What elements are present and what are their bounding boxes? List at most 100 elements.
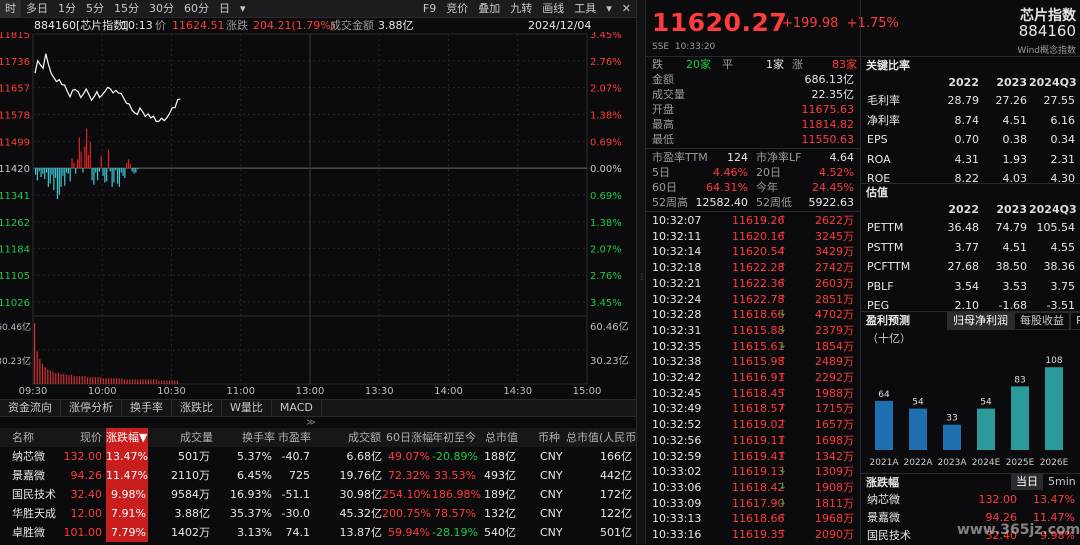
col-mcap[interactable]: 总市值 — [485, 428, 518, 447]
tab-eps[interactable]: 每股收益 — [1014, 312, 1070, 330]
valuation-label: PSTTM — [867, 240, 904, 254]
col-currency[interactable]: 币种 — [538, 428, 560, 447]
tick-row: 10:33:02 11619.13 ↓ 1309万 — [646, 464, 860, 479]
stock-volume: 3.88亿 — [174, 507, 211, 520]
tick-price: 11622.36 — [732, 276, 785, 290]
tick-row: 10:32:35 11615.61 ↓ 1854万 — [646, 339, 860, 354]
tab-volume-ratio[interactable]: W量比 — [222, 400, 272, 416]
table-row[interactable]: 景嘉微 94.26 11.47% 2110万 6.45% 725 19.76亿 72.32% 3… — [0, 466, 636, 485]
flow-bar — [118, 168, 121, 187]
tick-price: 11618.66 — [732, 308, 785, 322]
stock-pe: 725 — [289, 469, 310, 482]
hi52-value: 12582.40 — [695, 196, 749, 209]
flow-bar — [126, 162, 128, 169]
tick-row: 10:32:52 11619.02 ↑ 1657万 — [646, 417, 860, 432]
period-tab-15min[interactable]: 15分 — [109, 0, 144, 17]
collapse-icon[interactable]: ≫ — [304, 418, 318, 428]
profit-category-label: 2022A — [903, 458, 933, 468]
flow-bar — [120, 168, 122, 173]
exchange-time: SSE 10:33:20 — [652, 42, 715, 52]
flow-bar — [106, 168, 108, 182]
tab-net-profit[interactable]: 归母净利润 — [947, 312, 1014, 330]
col-change-pct[interactable]: 涨跌幅▼ — [106, 428, 148, 447]
tab-5min[interactable]: 5min — [1043, 474, 1080, 490]
period-tab-5min[interactable]: 5分 — [81, 0, 109, 17]
stat-value: 11675.63 — [801, 103, 855, 116]
col-ytd[interactable]: 年初至今 — [432, 428, 476, 447]
nine-turn-button[interactable]: 九转 — [505, 0, 537, 17]
period-tab-1min[interactable]: 1分 — [53, 0, 81, 17]
col-turnover[interactable]: 换手率 — [242, 428, 275, 447]
flow-bar — [38, 168, 40, 172]
profit-bar — [1011, 386, 1029, 450]
col-price[interactable]: 现价 — [80, 428, 102, 447]
stat-row: 金额 686.13亿 — [646, 72, 860, 87]
intraday-chart[interactable]: 11815 3.45% 11736 2.76% 11657 2.07% 11578 1.38%… — [0, 32, 636, 396]
volume-bar — [49, 370, 52, 384]
zd-row[interactable]: 纳芯微 132.00 13.47% — [861, 491, 1080, 509]
stock-60d: 59.94% — [388, 526, 430, 539]
volume-bar — [176, 380, 178, 384]
tick-direction-icon: ↑ — [779, 230, 787, 241]
profit-value-label: 83 — [1014, 375, 1025, 385]
cursor-price: 11624.51 — [172, 19, 225, 32]
ytd-value: 24.45% — [812, 181, 854, 194]
tab-rise-fall-ratio[interactable]: 涨跌比 — [172, 400, 222, 416]
period-tab-60min[interactable]: 60分 — [179, 0, 214, 17]
col-pe[interactable]: 市盈率 — [278, 428, 311, 447]
close-icon[interactable]: ✕ — [617, 0, 636, 17]
period-tab-intraday[interactable]: 时 — [0, 0, 21, 17]
volume-bar — [47, 369, 49, 384]
period-tab-30min[interactable]: 30分 — [144, 0, 179, 17]
tick-time: 10:32:21 — [652, 276, 702, 290]
panel-divider[interactable]: ⋮ — [636, 0, 646, 544]
table-row[interactable]: 纳芯微 132.00 13.47% 501万 5.37% -40.7 6.68亿 49.07%… — [0, 447, 636, 466]
period-tab-day[interactable]: 日 — [214, 0, 235, 17]
flow-bar — [89, 141, 91, 169]
table-row[interactable]: 国民技术 32.40 9.98% 9584万 16.93% -51.1 30.98亿 254.… — [0, 485, 636, 504]
tick-time: 10:32:56 — [652, 433, 702, 447]
flow-bar — [117, 168, 119, 184]
d60-value: 64.31% — [706, 181, 748, 194]
draw-line-button[interactable]: 画线 — [537, 0, 569, 17]
table-row[interactable]: 华胜天成 12.00 7.91% 3.88亿 35.37% -30.0 45.32亿 200.… — [0, 504, 636, 523]
col-name[interactable]: 名称 — [12, 428, 34, 447]
overlay-button[interactable]: 叠加 — [473, 0, 505, 17]
tab-today[interactable]: 当日 — [1011, 474, 1043, 490]
profit-bar — [943, 424, 961, 450]
valuation-row: PCFTTM 27.68 38.50 38.36 — [861, 258, 1080, 276]
tick-direction-icon: ↑ — [779, 262, 787, 273]
tick-time: 10:32:31 — [652, 323, 702, 337]
tick-row: 10:32:14 11620.54 ↑ 3429万 — [646, 244, 860, 259]
period-tab-multiday[interactable]: 多日 — [21, 0, 53, 17]
tab-limit-up[interactable]: 涨停分析 — [61, 400, 122, 416]
x-tick-label: 09:30 — [19, 386, 48, 396]
tools-button[interactable]: 工具 — [569, 0, 601, 17]
flow-bar — [40, 168, 42, 177]
col-mcap-cny[interactable]: 总市值(人民币) — [566, 428, 641, 447]
tick-row: 10:32:45 11618.45 ↑ 1988万 — [646, 386, 860, 401]
tick-time: 10:32:52 — [652, 418, 702, 432]
profit-category-label: 2023A — [937, 458, 967, 468]
period-dropdown-icon[interactable]: ▾ — [235, 0, 251, 17]
tab-macd[interactable]: MACD — [272, 400, 322, 416]
flow-bar — [58, 168, 60, 195]
col-amount[interactable]: 成交额 — [348, 428, 381, 447]
tick-price: 11619.26 — [732, 214, 785, 227]
volume-bar — [102, 378, 104, 384]
index-code: 884160[芯片指数] — [34, 19, 129, 32]
tick-volume: 1715万 — [815, 402, 854, 416]
tab-pe[interactable]: PE — [1070, 312, 1080, 330]
tab-turnover[interactable]: 换手率 — [122, 400, 172, 416]
tab-fund-flow[interactable]: 资金流向 — [0, 400, 61, 416]
chart-info-bar: 884160[芯片指数] 10:13 价 11624.51 涨跌 204.21(… — [0, 19, 636, 33]
flow-bar — [100, 156, 102, 169]
col-60d[interactable]: 60日涨幅 — [386, 428, 433, 447]
f9-button[interactable]: F9 — [418, 0, 441, 17]
col-volume[interactable]: 成交量 — [180, 428, 213, 447]
finance-2023: 27.26 — [995, 94, 1028, 107]
tools-dropdown-icon[interactable]: ▾ — [601, 0, 617, 17]
breadth-row: 跌 20家 平 1家 涨 83家 — [646, 57, 860, 72]
auction-button[interactable]: 竞价 — [441, 0, 473, 17]
table-row[interactable]: 卓胜微 101.00 7.79% 1402万 3.13% 74.1 13.87亿 59.94%… — [0, 523, 636, 542]
